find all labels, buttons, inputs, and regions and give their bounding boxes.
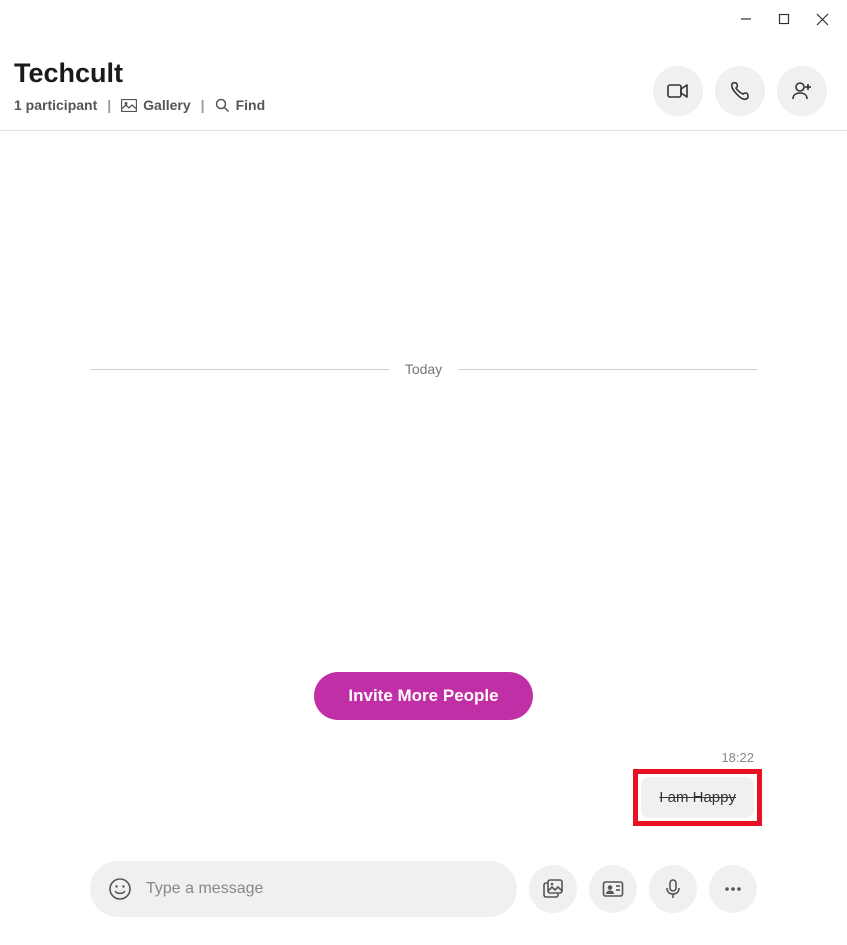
header-actions	[653, 66, 827, 116]
date-divider: Today	[90, 361, 757, 377]
add-person-icon	[790, 79, 814, 103]
message-input[interactable]	[132, 880, 499, 898]
chat-header: Techcult 1 participant | Gallery | Find	[0, 30, 847, 131]
message-highlight: I am Happy	[633, 769, 762, 826]
invite-more-button[interactable]: Invite More People	[314, 672, 532, 720]
message-timestamp: 18:22	[721, 750, 754, 765]
video-icon	[666, 79, 690, 103]
message-bubble[interactable]: I am Happy	[641, 777, 754, 818]
attach-media-button[interactable]	[529, 865, 577, 913]
media-icon	[541, 877, 565, 901]
maximize-button[interactable]	[777, 12, 791, 26]
find-label: Find	[236, 97, 266, 113]
add-person-button[interactable]	[777, 66, 827, 116]
separator: |	[107, 97, 111, 113]
find-link[interactable]: Find	[215, 97, 266, 113]
more-icon	[722, 878, 744, 900]
header-meta: 1 participant | Gallery | Find	[14, 97, 265, 113]
separator: |	[201, 97, 205, 113]
gallery-icon	[121, 99, 137, 112]
smiley-icon	[108, 877, 132, 901]
message-area: 18:22 I am Happy	[10, 750, 837, 826]
search-icon	[215, 98, 230, 113]
audio-call-button[interactable]	[715, 66, 765, 116]
participants-count[interactable]: 1 participant	[14, 97, 97, 113]
gallery-label: Gallery	[143, 97, 190, 113]
composer	[0, 845, 847, 945]
divider-line	[458, 369, 757, 370]
contact-card-button[interactable]	[589, 865, 637, 913]
chat-body: Today Invite More People 18:22 I am Happ…	[0, 131, 847, 845]
gallery-link[interactable]: Gallery	[121, 97, 190, 113]
voice-message-button[interactable]	[649, 865, 697, 913]
minimize-button[interactable]	[739, 12, 753, 26]
header-left: Techcult 1 participant | Gallery | Find	[14, 58, 265, 113]
message-text: I am Happy	[659, 789, 736, 806]
window-controls	[0, 0, 847, 30]
phone-icon	[729, 80, 751, 102]
emoji-button[interactable]	[108, 877, 132, 901]
video-call-button[interactable]	[653, 66, 703, 116]
input-wrap	[90, 861, 517, 917]
chat-title: Techcult	[14, 58, 265, 89]
contact-card-icon	[601, 877, 625, 901]
date-label: Today	[389, 361, 458, 377]
microphone-icon	[662, 878, 684, 900]
divider-line	[90, 369, 389, 370]
close-button[interactable]	[815, 12, 829, 26]
more-options-button[interactable]	[709, 865, 757, 913]
